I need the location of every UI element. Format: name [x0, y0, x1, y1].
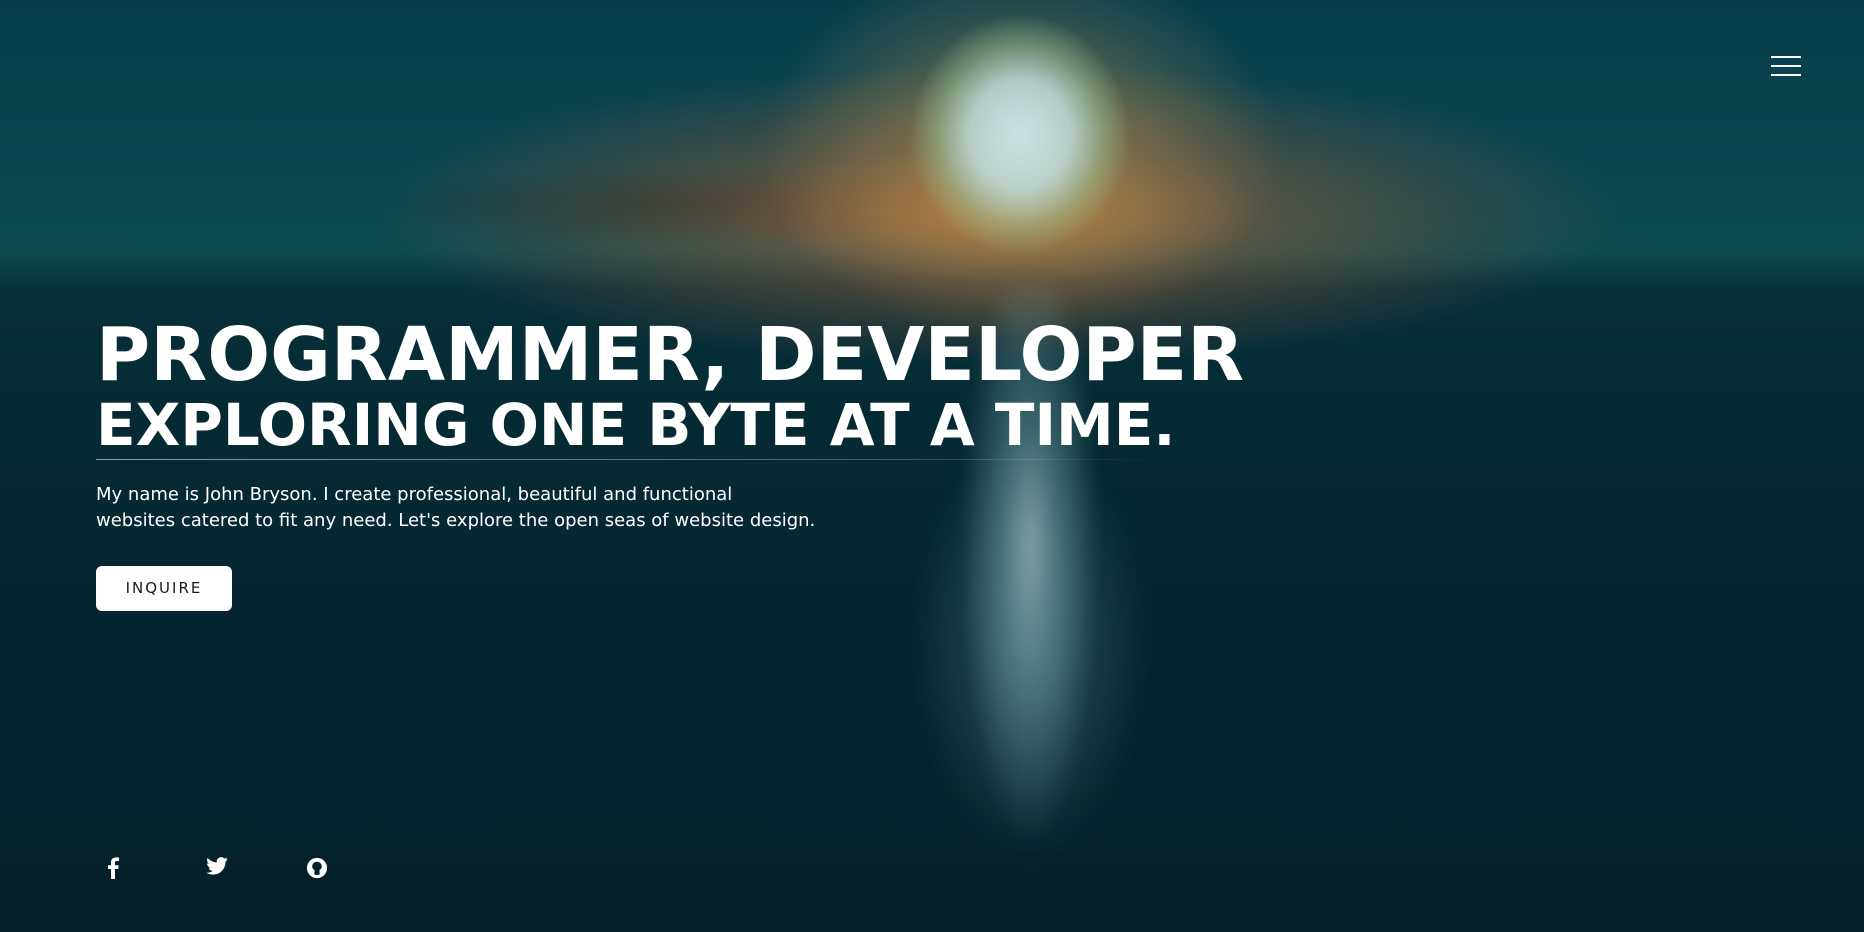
menu-line-top	[1771, 56, 1801, 58]
twitter-icon	[206, 857, 228, 875]
menu-line-bottom	[1771, 74, 1801, 76]
github-link[interactable]	[306, 857, 406, 883]
hero-content: PROGRAMMER, DEVELOPER EXPLORING ONE BYTE…	[96, 318, 1296, 611]
hero-subheadline: EXPLORING ONE BYTE AT A TIME.	[96, 391, 1176, 459]
hero-intro: My name is John Bryson. I create profess…	[96, 482, 816, 534]
hero-headline: PROGRAMMER, DEVELOPER	[96, 312, 1245, 398]
menu-line-middle	[1771, 65, 1801, 67]
hero-section: PROGRAMMER, DEVELOPER EXPLORING ONE BYTE…	[0, 0, 1864, 932]
facebook-icon	[108, 857, 119, 879]
intro-line-1: My name is John Bryson. I create profess…	[96, 483, 733, 505]
facebook-link[interactable]	[106, 857, 206, 883]
intro-line-2: websites catered to fit any need. Let's …	[96, 509, 816, 531]
inquire-button[interactable]: INQUIRE	[96, 565, 232, 611]
social-links	[106, 857, 406, 883]
github-icon	[306, 857, 328, 879]
twitter-link[interactable]	[206, 857, 306, 883]
hamburger-menu-icon[interactable]	[1771, 56, 1801, 78]
